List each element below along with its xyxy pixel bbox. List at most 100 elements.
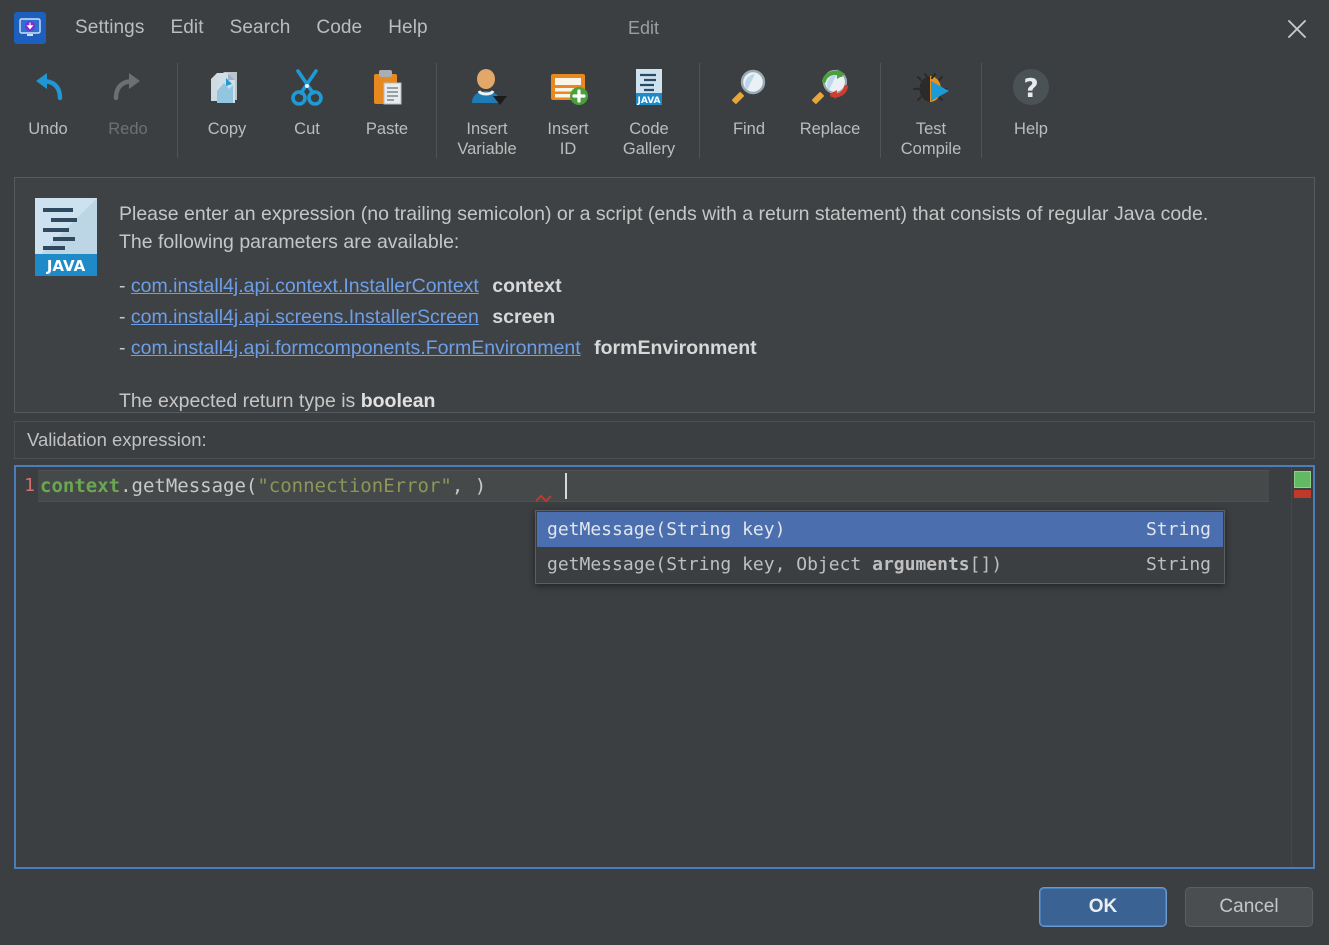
scissors-icon <box>283 63 331 111</box>
svg-text:JAVA: JAVA <box>636 96 660 106</box>
return-type-prefix: The expected return type is <box>119 390 361 412</box>
toolbar-separator <box>981 63 982 158</box>
toolbar-find-label: Find <box>732 120 766 138</box>
java-file-icon: JAVA <box>35 198 97 276</box>
line-number: 1 <box>24 475 35 496</box>
toolbar-test-compile-button[interactable]: Test Compile <box>890 57 972 161</box>
menu-settings[interactable]: Settings <box>62 13 157 43</box>
svg-text:?: ? <box>1023 74 1038 104</box>
autocomplete-signature-1-post: []) <box>969 554 1003 575</box>
toolbar-paste-button[interactable]: Paste <box>347 57 427 161</box>
param-name-context: context <box>492 275 562 297</box>
param-type-link-screen[interactable]: com.install4j.api.screens.InstallerScree… <box>131 306 479 328</box>
toolbar-insert-variable-label-2: Variable <box>457 140 517 158</box>
magnifier-replace-icon <box>806 63 854 111</box>
toolbar-insert-id-label-2: ID <box>559 140 577 158</box>
editor-marker-strip[interactable] <box>1291 467 1313 867</box>
autocomplete-return-type-0: String <box>1145 519 1211 540</box>
cancel-button[interactable]: Cancel <box>1185 887 1313 927</box>
toolbar-separator <box>436 63 437 158</box>
code-token-comma: , <box>451 475 464 497</box>
toolbar-find-button[interactable]: Find <box>709 57 789 161</box>
close-icon[interactable] <box>1279 11 1315 47</box>
return-type-line: The expected return type is boolean <box>119 390 1208 413</box>
toolbar-help-button[interactable]: ? Help <box>991 57 1071 161</box>
menu-bar: Settings Edit Search Code Help Edit <box>0 0 1329 57</box>
code-token-string: "connectionError" <box>257 475 452 497</box>
toolbar-code-gallery-button[interactable]: JAVA Code Gallery <box>608 57 690 161</box>
menu-code[interactable]: Code <box>303 13 375 43</box>
user-variable-icon <box>463 63 511 111</box>
param-type-link-formenvironment[interactable]: com.install4j.api.formcomponents.FormEnv… <box>131 337 581 359</box>
toolbar-code-gallery-label-1: Code <box>629 120 669 138</box>
toolbar-separator <box>880 63 881 158</box>
autocomplete-signature-1-pre: getMessage(String key, Object <box>547 554 873 575</box>
toolbar-separator <box>699 63 700 158</box>
toolbar-help-label: Help <box>1014 120 1048 138</box>
autocomplete-item-1[interactable]: getMessage(String key, Object arguments[… <box>537 547 1223 582</box>
toolbar-undo-button[interactable]: Undo <box>8 57 88 161</box>
toolbar-test-compile-label-2: Compile <box>900 140 962 158</box>
validation-expression-label: Validation expression: <box>27 429 207 450</box>
autocomplete-item-0[interactable]: getMessage(String key) String <box>537 512 1223 547</box>
installer-monitor-icon <box>14 12 46 44</box>
toolbar-insert-id-label-1: Insert <box>547 120 589 138</box>
toolbar-copy-button[interactable]: Copy <box>187 57 267 161</box>
validation-expression-label-bar: Validation expression: <box>14 421 1315 459</box>
text-caret <box>565 473 567 499</box>
toolbar-test-compile-label-1: Test <box>915 120 947 138</box>
param-dash: - <box>119 337 126 359</box>
question-mark-icon: ? <box>1007 63 1055 111</box>
toolbar-replace-button[interactable]: Replace <box>789 57 871 161</box>
menu-edit[interactable]: Edit <box>157 13 216 43</box>
ok-button[interactable]: OK <box>1039 887 1167 927</box>
status-error-marker[interactable] <box>1294 490 1311 498</box>
info-line-1: Please enter an expression (no trailing … <box>119 203 1209 225</box>
java-gallery-icon: JAVA <box>625 63 673 111</box>
insert-id-plus-icon <box>544 63 592 111</box>
clipboard-paste-icon <box>363 63 411 111</box>
autocomplete-signature-0: getMessage(String key) <box>547 519 786 540</box>
toolbar-copy-label: Copy <box>207 120 247 138</box>
autocomplete-signature-1: getMessage(String key, Object arguments[… <box>547 554 1002 575</box>
toolbar-cut-button[interactable]: Cut <box>267 57 347 161</box>
toolbar-undo-label: Undo <box>28 120 68 138</box>
bug-compile-icon <box>907 63 955 111</box>
autocomplete-return-type-1: String <box>1145 554 1211 575</box>
param-type-link-context[interactable]: com.install4j.api.context.InstallerConte… <box>131 275 479 297</box>
toolbar-replace-label: Replace <box>799 120 861 138</box>
code-token-method: .getMessage( <box>120 475 258 497</box>
code-token-variable: context <box>40 475 121 497</box>
code-token-close-paren: ) <box>463 475 487 497</box>
error-squiggle-icon <box>536 494 552 503</box>
editor-gutter: 1 <box>16 467 38 867</box>
code-line-1[interactable]: context.getMessage("connectionError", ) <box>38 467 1291 502</box>
info-panel: JAVA Please enter an expression (no trai… <box>14 177 1315 413</box>
toolbar-redo-label: Redo <box>108 120 148 138</box>
magnifier-icon <box>725 63 773 111</box>
toolbar-redo-button[interactable]: Redo <box>88 57 168 161</box>
undo-arrow-icon <box>24 63 72 111</box>
autocomplete-popup[interactable]: getMessage(String key) String getMessage… <box>535 510 1225 584</box>
svg-text:JAVA: JAVA <box>46 257 86 275</box>
toolbar: Undo Redo Copy Cut Paste Insert Variable… <box>0 57 1329 171</box>
toolbar-insert-variable-button[interactable]: Insert Variable <box>446 57 528 161</box>
toolbar-cut-label: Cut <box>294 120 320 138</box>
param-name-screen: screen <box>492 306 556 328</box>
toolbar-insert-variable-label-1: Insert <box>466 120 508 138</box>
status-ok-marker[interactable] <box>1294 471 1311 488</box>
autocomplete-signature-1-bold: arguments <box>872 554 970 575</box>
toolbar-insert-id-button[interactable]: Insert ID <box>528 57 608 161</box>
param-dash: - <box>119 275 126 297</box>
return-type-value: boolean <box>360 390 436 412</box>
dialog-footer: OK Cancel <box>0 869 1329 945</box>
edit-script-dialog: Settings Edit Search Code Help Edit Undo <box>0 0 1329 945</box>
parameter-list: - com.install4j.api.context.InstallerCon… <box>119 272 1208 362</box>
toolbar-separator <box>177 63 178 158</box>
parameter-row: - com.install4j.api.screens.InstallerScr… <box>119 303 1208 331</box>
toolbar-paste-label: Paste <box>365 120 409 138</box>
parameter-row: - com.install4j.api.context.InstallerCon… <box>119 272 1208 300</box>
param-dash: - <box>119 306 126 328</box>
menu-help[interactable]: Help <box>375 13 440 43</box>
menu-search[interactable]: Search <box>217 13 304 43</box>
